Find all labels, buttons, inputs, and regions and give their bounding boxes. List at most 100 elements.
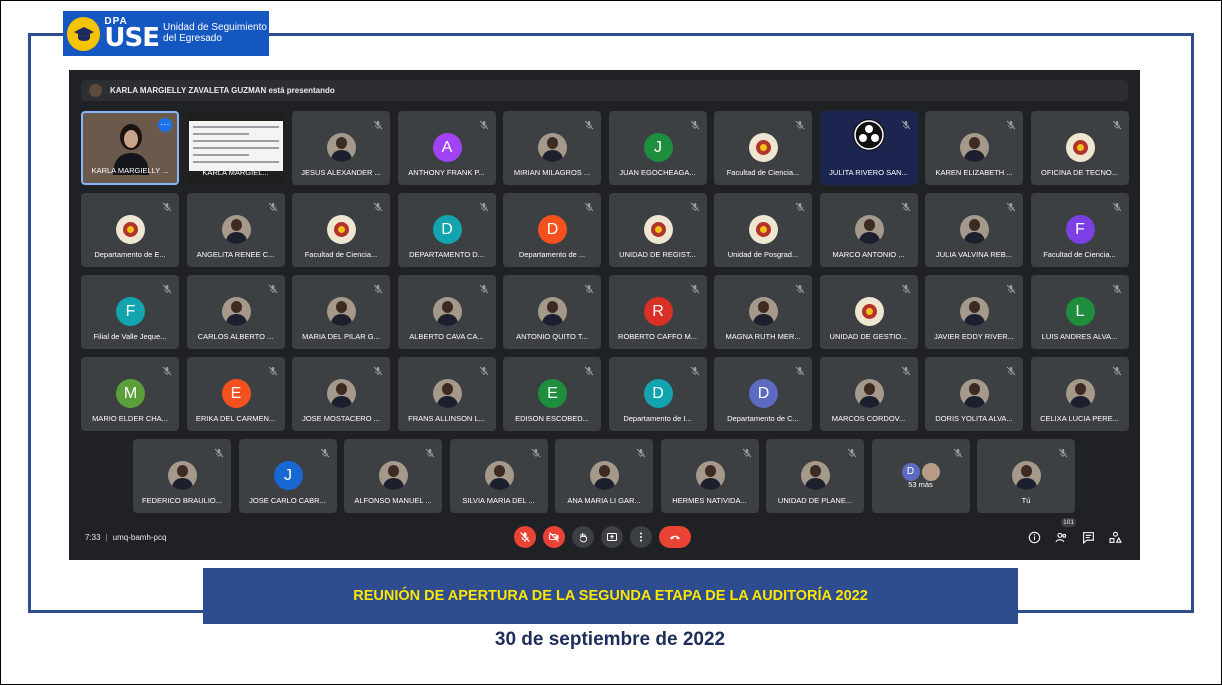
participant-tile[interactable]: F Filial de Valle Jeque... [81,275,179,349]
participant-tile[interactable]: UNIDAD DE GESTIO... [819,275,918,349]
participant-tile[interactable]: UNIDAD DE REGIST... [608,193,707,267]
participant-name: DORIS YOLITA ALVA... [935,414,1013,423]
participant-tile[interactable]: L LUIS ANDRES ALVA... [1030,275,1129,349]
participant-tile[interactable]: ANGELITA RENEE C... [186,193,285,267]
mic-off-icon [584,199,594,212]
participant-tile[interactable]: A ANTHONY FRANK P... [397,111,496,185]
participant-tile[interactable]: D Departamento de I... [608,357,707,431]
info-icon[interactable] [1025,526,1043,548]
avatar: D [432,215,462,244]
mic-off-icon [742,445,752,458]
participant-tile[interactable]: F Facultad de Ciencia... [1030,193,1129,267]
mic-off-icon [320,445,330,458]
avatar [327,297,356,326]
participant-name: EDISON ESCOBED... [515,414,589,423]
participant-tile[interactable]: FEDERICO BRAULIO... [133,439,231,513]
participant-tile[interactable]: JULIA VALVINA REB... [925,193,1023,267]
participant-tile[interactable]: HERMES NATIVIDA... [660,439,759,513]
participant-name: Filial de Valle Jeque... [93,332,167,341]
presenting-banner[interactable]: KARLA MARGIELLY ZAVALETA GUZMAN está pre… [81,80,1128,101]
participant-tile[interactable]: M MARIO ELDER CHA... [81,357,179,431]
participant-tile[interactable]: Tú [977,439,1075,513]
event-date: 30 de septiembre de 2022 [494,629,726,650]
more-options-icon[interactable]: ⋯ [158,118,172,132]
chat-icon[interactable] [1079,526,1097,548]
present-screen-icon[interactable] [601,526,623,548]
participant-tile[interactable]: Departamento de E... [81,193,179,267]
mic-off-icon [479,363,489,376]
participant-name: LUIS ANDRES ALVA... [1041,332,1118,341]
mic-off-icon[interactable] [514,526,536,548]
participant-tile[interactable]: D 53 más [871,439,970,513]
mic-off-icon [1006,199,1016,212]
people-icon[interactable]: 101 [1052,518,1076,548]
participant-tile[interactable]: Facultad de Ciencia... [292,193,390,267]
participant-tile[interactable]: E EDISON ESCOBED... [503,357,601,431]
participant-tile[interactable]: MARIA DEL PILAR G... [292,275,390,349]
participant-tile[interactable]: Facultad de Ciencia... [714,111,812,185]
mic-off-icon [953,445,963,458]
participant-tile[interactable]: E ERIKA DEL CARMEN... [186,357,285,431]
participant-tile[interactable]: CARLOS ALBERTO ... [186,275,285,349]
mic-off-icon [901,117,911,130]
mic-off-icon [373,363,383,376]
mic-off-icon [901,363,911,376]
participant-tile[interactable]: OFICINA DE TECNO... [1030,111,1129,185]
participant-tile[interactable]: D Departamento de C... [714,357,812,431]
participant-tile[interactable]: CELIXA LUCIA PERE... [1030,357,1129,431]
call-controls [514,526,691,548]
avatar [538,297,567,326]
presenting-text: KARLA MARGIELLY ZAVALETA GUZMAN está pre… [110,86,335,95]
participant-tile[interactable]: J JUAN EGOCHEAGA... [608,111,707,185]
avatar: F [1065,215,1095,244]
participant-tile[interactable]: ANA MARIA LI GAR... [555,439,653,513]
raise-hand-icon[interactable] [572,526,594,548]
participant-tile[interactable]: JULITA RIVERO SAN... [819,111,918,185]
side-controls: 101 [1025,518,1124,548]
participant-tile[interactable]: MARCO ANTONIO ... [819,193,918,267]
camera-off-icon[interactable] [543,526,565,548]
activities-icon[interactable] [1106,526,1124,548]
participant-name: ROBERTO CAFFO M... [618,332,697,341]
avatar [221,215,251,244]
avatar [960,133,989,162]
participant-tile[interactable]: JAVIER EDDY RIVER... [925,275,1023,349]
participant-name: ERIKA DEL CARMEN... [195,414,276,423]
participant-tile[interactable]: JOSE MOSTACERO ... [292,357,390,431]
participant-tile[interactable]: UNIDAD DE PLANE... [766,439,864,513]
avatar: A [432,133,462,162]
more-options-icon[interactable] [630,526,652,548]
mic-off-icon [1112,199,1122,212]
participant-tile[interactable]: FRANS ALLINSON L... [397,357,496,431]
participant-tile[interactable]: MARCOS CORDOV... [819,357,918,431]
participant-tile[interactable]: MAGNA RUTH MER... [714,275,812,349]
participant-tile[interactable]: KARLA MARGIEL... [186,111,285,185]
participant-tile[interactable]: KAREN ELIZABETH ... [925,111,1023,185]
mic-off-icon [1112,281,1122,294]
mic-off-icon [373,281,383,294]
graduation-cap-icon [67,16,101,51]
participant-tile[interactable]: J JOSE CARLO CABR... [238,439,337,513]
participant-tile[interactable]: ALFONSO MANUEL ... [344,439,442,513]
avatar [168,461,197,490]
participant-tile[interactable]: ANTONIO QUITO T... [503,275,601,349]
participant-tile[interactable]: DORIS YOLITA ALVA... [925,357,1023,431]
participant-tile[interactable]: R ROBERTO CAFFO M... [608,275,707,349]
mic-off-icon [214,445,224,458]
participant-tile[interactable]: Unidad de Posgrad... [714,193,812,267]
end-call-icon[interactable] [659,526,691,548]
participant-tile[interactable]: ⋯ KARLA MARGIELLY ... [81,111,179,185]
avatar [432,297,462,326]
participant-tile[interactable]: ALBERTO CAVA CA... [397,275,496,349]
avatar [484,461,514,490]
avatar [695,461,725,490]
participant-tile[interactable]: D Departamento de ... [503,193,601,267]
participant-tile[interactable]: MIRIAN MILAGROS ... [503,111,601,185]
avatar [854,297,884,326]
participant-tile[interactable]: SILVIA MARIA DEL ... [449,439,548,513]
participant-tile[interactable]: JESUS ALEXANDER ... [292,111,390,185]
participant-name: ANTHONY FRANK P... [408,168,485,177]
participant-tile[interactable]: D DEPARTAMENTO D... [397,193,496,267]
mic-off-icon [584,117,594,130]
avatar: R [643,297,673,326]
